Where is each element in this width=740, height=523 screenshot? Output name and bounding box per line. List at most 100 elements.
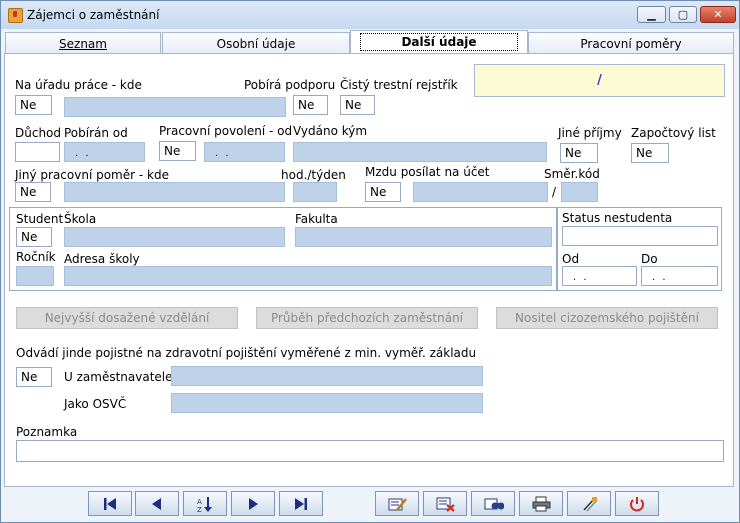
pobira-podporu-field[interactable]: Ne (293, 95, 328, 115)
rejstrik-field[interactable]: Ne (340, 95, 375, 115)
attach-button[interactable] (567, 491, 611, 516)
vydano-label: Vydáno kým (293, 124, 368, 138)
na-uradu-kde-field[interactable] (64, 97, 286, 117)
do-date[interactable]: . . (641, 266, 718, 286)
u-zamestnavatele-label: U zaměstnavatele (64, 370, 173, 384)
adresa-skoly-field[interactable] (64, 266, 552, 286)
tab-pracovni-pomery[interactable]: Pracovní poměry (528, 32, 734, 54)
status-field[interactable] (562, 226, 718, 246)
date-placeholder: . . (573, 272, 589, 283)
sort-button[interactable]: AZ (183, 491, 227, 516)
povoleni-flag[interactable]: Ne (159, 141, 196, 161)
student-field[interactable]: Ne (16, 227, 52, 247)
first-record-icon (104, 498, 116, 510)
pobiran-od-date[interactable]: . . (64, 142, 145, 162)
jiny-pomer-flag[interactable]: Ne (15, 182, 51, 202)
povoleni-label: Pracovní povolení - od (159, 124, 293, 138)
skola-field[interactable] (64, 227, 285, 247)
u-zamestnavatele-field[interactable] (171, 366, 483, 386)
na-uradu-label: Na úřadu práce - kde (15, 78, 142, 92)
search-button[interactable] (471, 491, 515, 516)
duchod-field[interactable] (15, 142, 60, 162)
fakulta-field[interactable] (295, 227, 552, 247)
jako-osvc-field[interactable] (171, 393, 483, 413)
jine-prijmy-value: Ne (565, 146, 582, 160)
date-placeholder: . . (652, 272, 668, 283)
tab-label: Seznam (59, 37, 107, 51)
hod-tyden-label: hod./týden (281, 168, 346, 182)
smer-kod-label: Směr.kód (544, 167, 600, 181)
vzdelani-button[interactable]: Nejvyšší dosažené vzdělání (16, 307, 238, 329)
od-date[interactable]: . . (562, 266, 637, 286)
smer-kod-field[interactable] (561, 182, 598, 202)
svg-text:A: A (197, 498, 202, 506)
sort-az-icon: AZ (197, 497, 212, 513)
fakulta-label: Fakulta (295, 212, 338, 226)
close-button[interactable]: ✕ (700, 6, 736, 23)
mzdu-flag[interactable]: Ne (365, 182, 401, 202)
ucet-field[interactable] (413, 182, 548, 202)
next-record-icon (249, 498, 258, 510)
mzdu-flag-value: Ne (370, 185, 387, 199)
pobiran-od-label: Pobírán od (64, 126, 128, 140)
window-title: Zájemci o zaměstnání (27, 8, 160, 22)
jiny-pomer-kde-field[interactable] (64, 182, 285, 202)
tab-osobni-udaje[interactable]: Osobní údaje (162, 32, 350, 54)
date-placeholder: . . (215, 148, 231, 159)
skola-label: Škola (64, 212, 97, 226)
pobira-podporu-value: Ne (298, 98, 315, 112)
tab-dalsi-udaje[interactable]: Další údaje (350, 30, 528, 54)
app-icon (8, 8, 23, 23)
zapoctovy-label: Započtový list (631, 126, 716, 140)
maximize-button[interactable]: ▢ (669, 6, 697, 23)
student-label: Student (16, 212, 64, 226)
exit-button[interactable] (615, 491, 659, 516)
tab-bar: Seznam Osobní údaje Další údaje Pracovní… (5, 30, 735, 54)
attach-icon (583, 497, 598, 512)
nositel-pojisteni-button[interactable]: Nositel cizozemského pojištění (496, 307, 718, 329)
close-icon: ✕ (713, 8, 723, 21)
delete-icon (436, 497, 455, 512)
rocnik-field[interactable] (16, 266, 54, 286)
rocnik-label: Ročník (16, 250, 56, 264)
previous-record-icon (152, 498, 161, 510)
jiny-pomer-label: Jiný pracovní poměr - kde (15, 168, 169, 182)
vydano-field[interactable] (293, 142, 547, 162)
pobira-podporu-label: Pobírá podporu (244, 78, 336, 92)
jiny-pomer-flag-value: Ne (20, 185, 37, 199)
minimize-icon: ▁ (647, 8, 656, 21)
next-record-button[interactable] (231, 491, 275, 516)
title-bar: Zájemci o zaměstnání ▁ ▢ ✕ (1, 1, 739, 29)
tab-seznam[interactable]: Seznam (5, 32, 161, 54)
jine-prijmy-field[interactable]: Ne (560, 143, 598, 163)
delete-button[interactable] (423, 491, 467, 516)
do-label: Do (641, 252, 658, 266)
print-button[interactable] (519, 491, 563, 516)
last-record-button[interactable] (279, 491, 323, 516)
date-placeholder: . . (75, 148, 91, 159)
odvadi-field[interactable]: Ne (16, 367, 52, 387)
od-label: Od (562, 252, 580, 266)
first-record-button[interactable] (88, 491, 132, 516)
povoleni-od-date[interactable]: . . (204, 142, 285, 162)
edit-button[interactable] (375, 491, 419, 516)
slash-separator: / (552, 185, 557, 199)
hod-tyden-field[interactable] (293, 182, 337, 202)
previous-record-button[interactable] (135, 491, 179, 516)
jine-prijmy-label: Jiné příjmy (558, 126, 622, 140)
maximize-icon: ▢ (677, 8, 689, 21)
adresa-label: Adresa školy (64, 252, 140, 266)
svg-text:Z: Z (197, 506, 202, 513)
minimize-button[interactable]: ▁ (637, 6, 666, 23)
poznamka-field[interactable] (16, 440, 724, 462)
prubeh-zamestnani-button[interactable]: Průběh předchozích zaměstnání (256, 307, 478, 329)
rejstrik-label: Čistý trestní rejstřík (340, 78, 458, 92)
na-uradu-flag-value: Ne (20, 98, 37, 112)
tab-label: Osobní údaje (216, 37, 296, 51)
rejstrik-value: Ne (345, 98, 362, 112)
zapoctovy-field[interactable]: Ne (631, 143, 669, 163)
na-uradu-flag[interactable]: Ne (15, 95, 52, 115)
student-value: Ne (21, 230, 38, 244)
info-box: / (474, 64, 725, 97)
poznamka-label: Poznamka (16, 425, 78, 439)
